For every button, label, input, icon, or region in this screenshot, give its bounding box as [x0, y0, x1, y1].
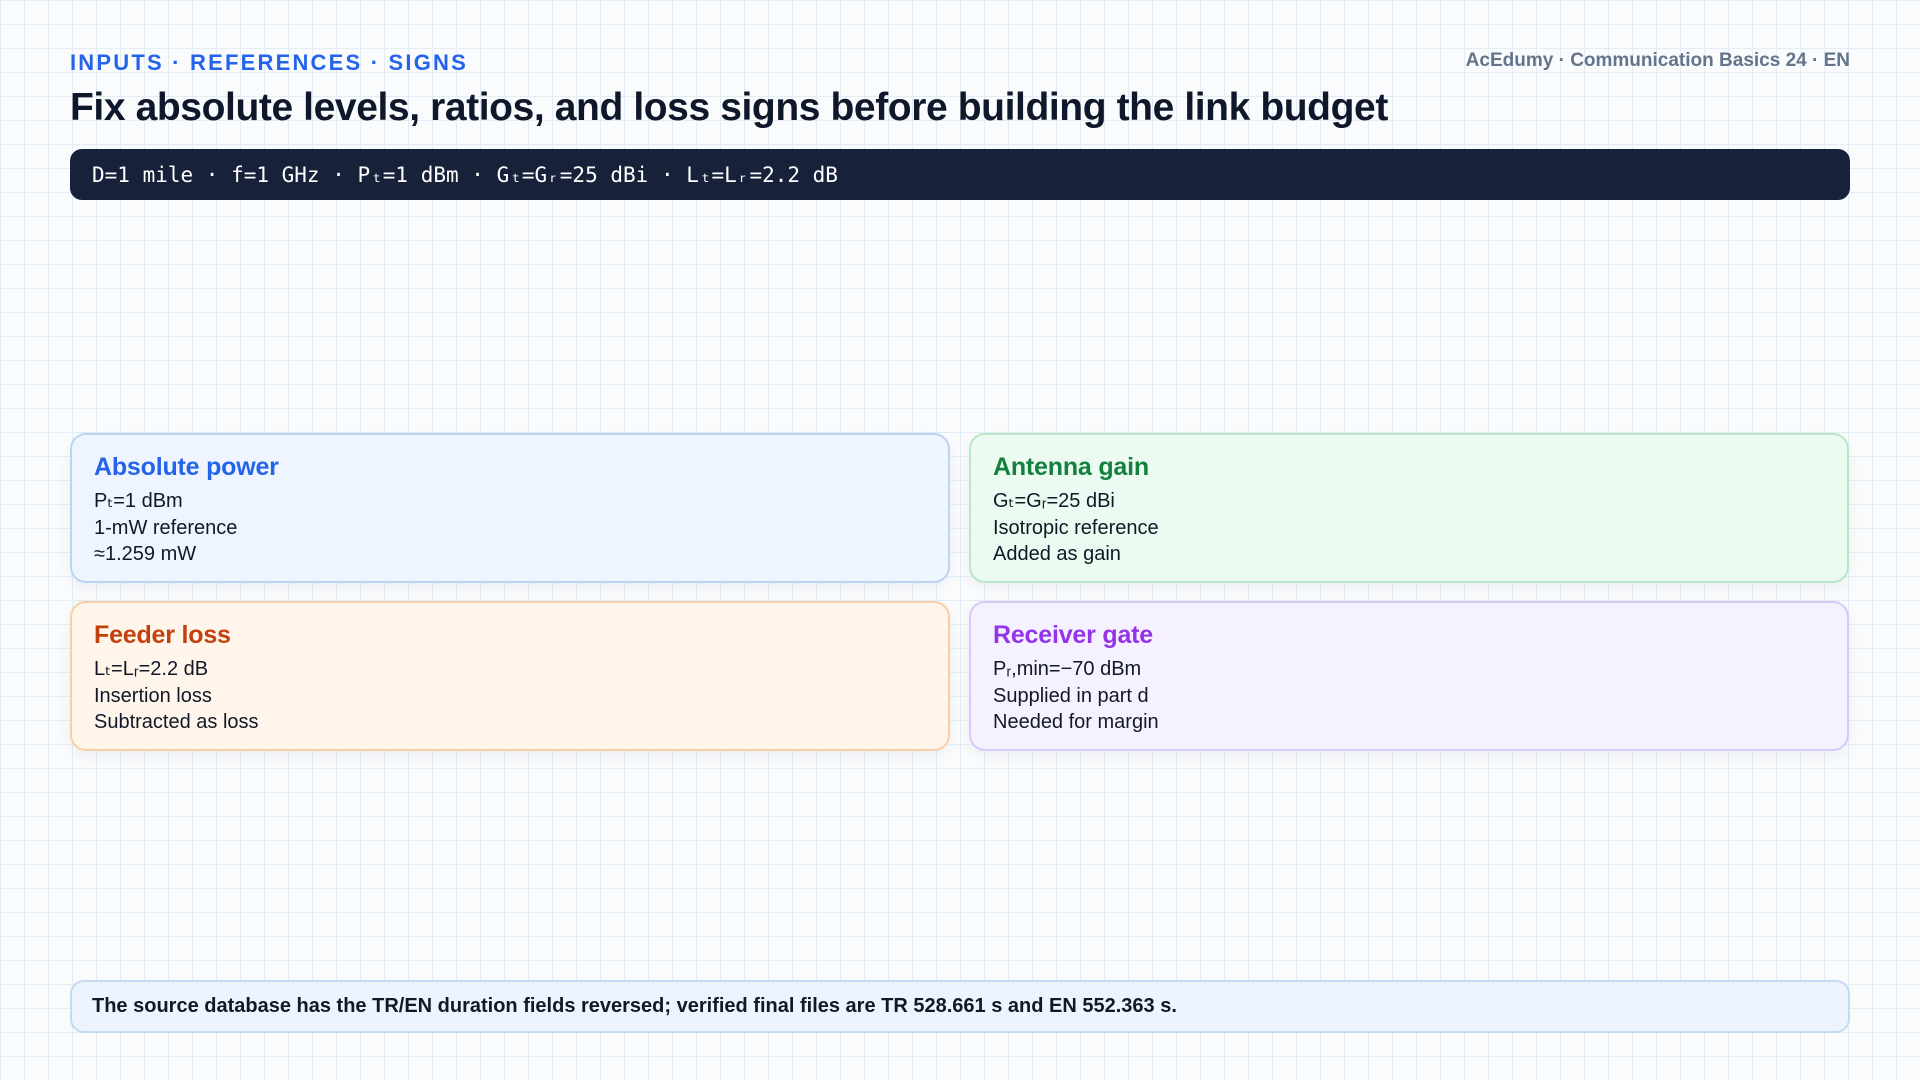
card-absolute-power: Absolute power Pₜ=1 dBm 1-mW reference ≈… [70, 433, 950, 583]
card-receiver-gate: Receiver gate Pᵣ,min=−70 dBm Supplied in… [969, 601, 1849, 751]
card-title: Feeder loss [94, 621, 231, 649]
card-title: Receiver gate [993, 621, 1153, 649]
card-line: Subtracted as loss [94, 711, 259, 733]
card-line: Isotropic reference [993, 516, 1159, 539]
footer-note: The source database has the TR/EN durati… [70, 980, 1850, 1033]
section-kicker: INPUTS · REFERENCES · SIGNS [70, 50, 468, 75]
card-title: Absolute power [94, 453, 279, 481]
brand-label: AcEdumy · Communication Basics 24 · EN [1465, 50, 1850, 71]
card-feeder-loss: Feeder loss Lₜ=Lᵣ=2.2 dB Insertion loss … [70, 601, 950, 751]
card-title: Antenna gain [993, 453, 1149, 481]
card-line: Supplied in part d [993, 684, 1149, 707]
page-title: Fix absolute levels, ratios, and loss si… [70, 86, 1388, 129]
card-line: Pᵣ,min=−70 dBm [993, 658, 1142, 680]
card-line: 1-mW reference [94, 516, 238, 539]
card-line: Insertion loss [94, 684, 212, 707]
formula-bar: D=1 mile · f=1 GHz · Pₜ=1 dBm · Gₜ=Gᵣ=25… [70, 149, 1850, 200]
card-line: Pₜ=1 dBm [94, 490, 183, 512]
card-antenna-gain: Antenna gain Gₜ=Gᵣ=25 dBi Isotropic refe… [969, 433, 1849, 583]
card-line: Gₜ=Gᵣ=25 dBi [993, 490, 1115, 512]
card-line: ≈1.259 mW [94, 543, 197, 565]
card-line: Lₜ=Lᵣ=2.2 dB [94, 658, 209, 680]
card-line: Added as gain [993, 543, 1121, 565]
card-line: Needed for margin [993, 711, 1159, 733]
